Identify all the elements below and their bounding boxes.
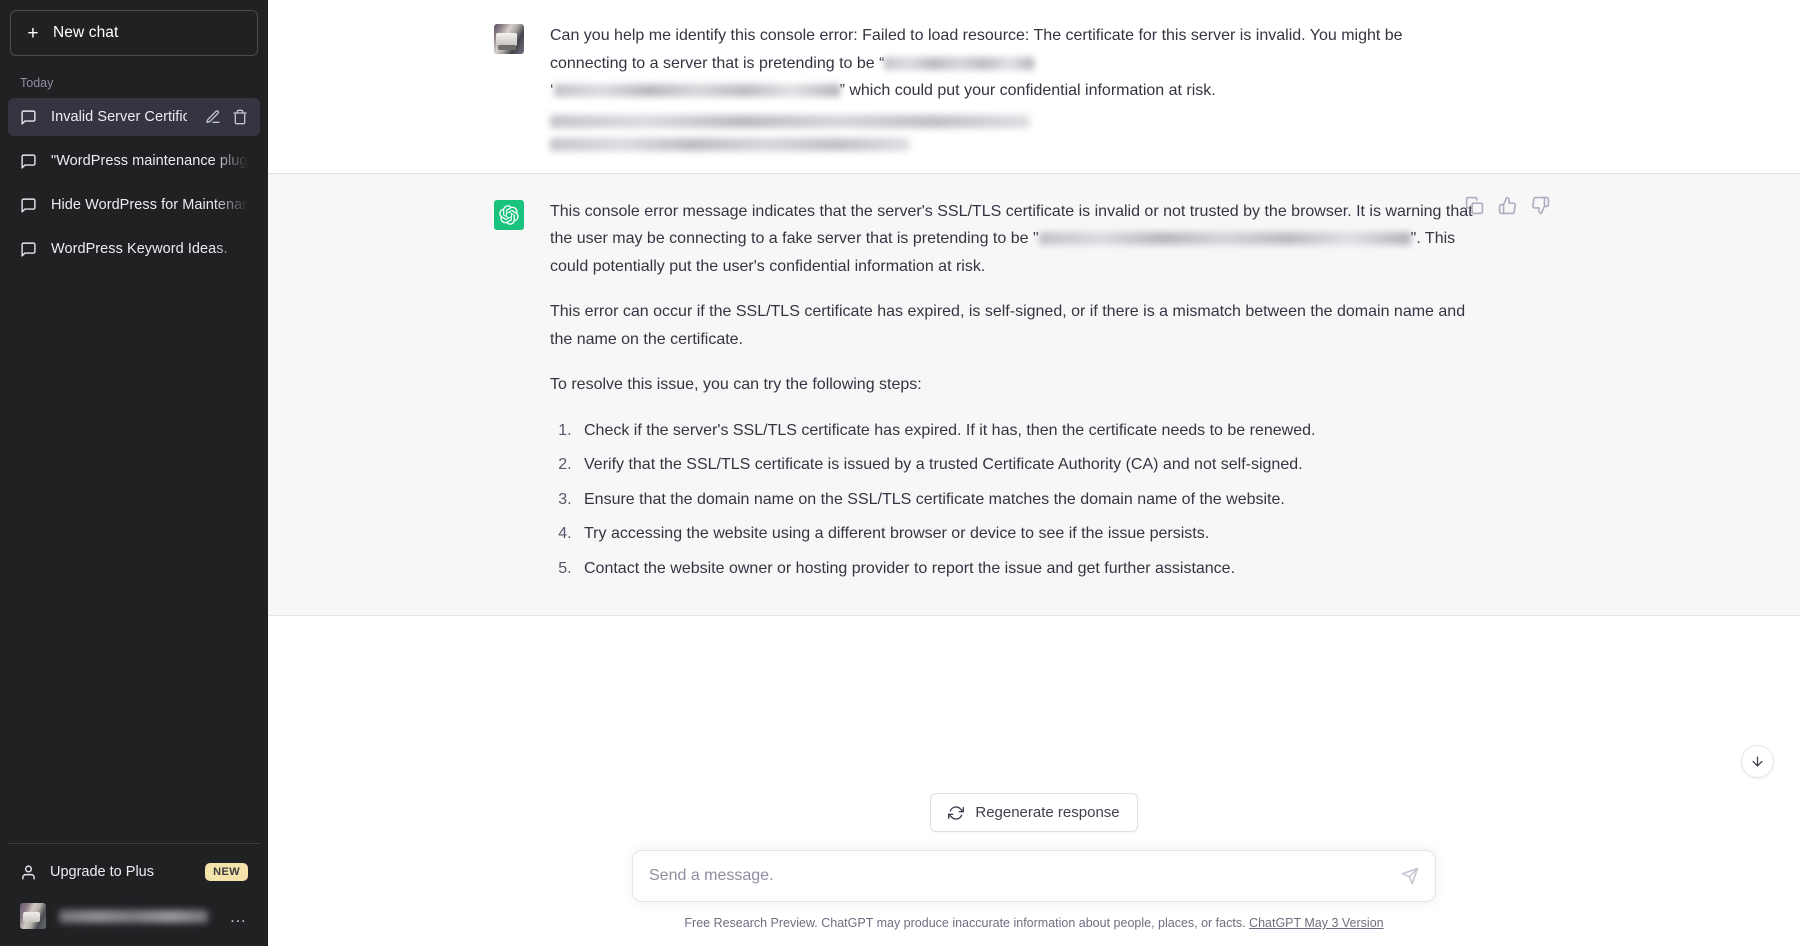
search-input[interactable] (649, 867, 1401, 885)
account-name-redacted (59, 909, 209, 923)
redacted-text-3 (1038, 232, 1411, 246)
trash-icon[interactable] (232, 109, 248, 125)
message-actions (1465, 196, 1550, 215)
main-panel: Can you help me identify this console er… (268, 0, 1800, 946)
sidebar: + New chat Today Invalid Server Certific… (0, 0, 268, 946)
person-icon (20, 864, 37, 881)
copy-icon[interactable] (1465, 196, 1484, 215)
message-assistant: This console error message indicates tha… (268, 172, 1800, 617)
new-chat-button[interactable]: + New chat (10, 10, 258, 56)
version-link[interactable]: ChatGPT May 3 Version (1249, 916, 1384, 930)
sidebar-item-wordpress-keyword-ideas[interactable]: WordPress Keyword Ideas. (8, 230, 260, 268)
list-item: Check if the server's SSL/TLS certificat… (576, 417, 1474, 445)
scroll-to-bottom-button[interactable] (1741, 745, 1774, 778)
assistant-paragraph-2: This error can occur if the SSL/TLS cert… (550, 303, 1466, 348)
message-inner: This console error message indicates tha… (494, 174, 1574, 616)
sidebar-item-label: WordPress Keyword Ideas. (51, 241, 228, 257)
message-user: Can you help me identify this console er… (268, 0, 1800, 173)
new-badge: NEW (205, 863, 248, 881)
message-input-box[interactable] (632, 850, 1436, 902)
sidebar-item-label: Invalid Server Certificat (51, 109, 187, 125)
footer-note: Free Research Preview. ChatGPT may produ… (684, 916, 1383, 930)
upgrade-to-plus-button[interactable]: Upgrade to Plus NEW (8, 850, 260, 894)
regenerate-response-button[interactable]: Regenerate response (930, 793, 1138, 832)
sidebar-item-invalid-server-certificate[interactable]: Invalid Server Certificat (8, 98, 260, 136)
sidebar-footer: Upgrade to Plus NEW … (8, 843, 260, 938)
assistant-paragraph-3: To resolve this issue, you can try the f… (550, 376, 922, 394)
list-item: Verify that the SSL/TLS certificate is i… (576, 451, 1474, 479)
user-text-part2: ” which could put your confidential info… (839, 82, 1216, 100)
chat-bubble-icon (20, 153, 37, 170)
thumbs-up-icon[interactable] (1498, 196, 1517, 215)
chat-item-actions (201, 109, 248, 125)
ellipsis-icon[interactable]: … (229, 908, 248, 925)
sidebar-item-hide-wordpress-for-maintenance[interactable]: Hide WordPress for Maintenan (8, 186, 260, 224)
conversation-thread: Can you help me identify this console er… (268, 0, 1800, 771)
sidebar-item-label: "WordPress maintenance plugi (51, 153, 248, 169)
list-item: Ensure that the domain name on the SSL/T… (576, 486, 1474, 514)
assistant-steps-list: Check if the server's SSL/TLS certificat… (576, 417, 1474, 583)
chat-bubble-icon (20, 109, 37, 126)
redacted-text-2 (553, 84, 840, 98)
chat-bubble-icon (20, 197, 37, 214)
redacted-line-2 (550, 137, 910, 151)
user-message-content: Can you help me identify this console er… (550, 22, 1574, 151)
section-label-today: Today (20, 76, 54, 90)
footer-disclaimer: Free Research Preview. ChatGPT may produ… (684, 916, 1246, 930)
composer: Regenerate response Free Research Previe… (268, 745, 1800, 946)
sidebar-item-label: Hide WordPress for Maintenan (51, 197, 248, 213)
list-item: Try accessing the website using a differ… (576, 520, 1474, 548)
upgrade-label: Upgrade to Plus (50, 864, 154, 880)
account-row[interactable]: … (8, 894, 260, 938)
user-avatar (494, 24, 524, 54)
chat-bubble-icon (20, 241, 37, 258)
send-icon[interactable] (1401, 867, 1419, 885)
edit-icon[interactable] (205, 109, 221, 125)
message-inner: Can you help me identify this console er… (494, 0, 1574, 173)
redacted-line-1 (550, 114, 1030, 128)
assistant-paragraph-1: This console error message indicates tha… (550, 198, 1474, 281)
chat-history-list: Invalid Server Certificat "WordPress mai… (8, 98, 260, 268)
avatar (20, 903, 46, 929)
assistant-message-content: This console error message indicates tha… (550, 198, 1574, 590)
sidebar-item-wordpress-maintenance-plugin[interactable]: "WordPress maintenance plugi (8, 142, 260, 180)
user-message-text: Can you help me identify this console er… (550, 22, 1474, 105)
thumbs-down-icon[interactable] (1531, 196, 1550, 215)
list-item: Contact the website owner or hosting pro… (576, 555, 1474, 583)
chatgpt-app: + New chat Today Invalid Server Certific… (0, 0, 1800, 946)
arrow-down-icon (1750, 754, 1765, 769)
new-chat-label: New chat (53, 24, 119, 41)
plus-icon: + (27, 22, 39, 44)
refresh-icon (948, 805, 965, 821)
redacted-text-1 (884, 56, 1035, 70)
chatgpt-logo-icon (494, 199, 524, 230)
regenerate-label: Regenerate response (975, 804, 1120, 821)
